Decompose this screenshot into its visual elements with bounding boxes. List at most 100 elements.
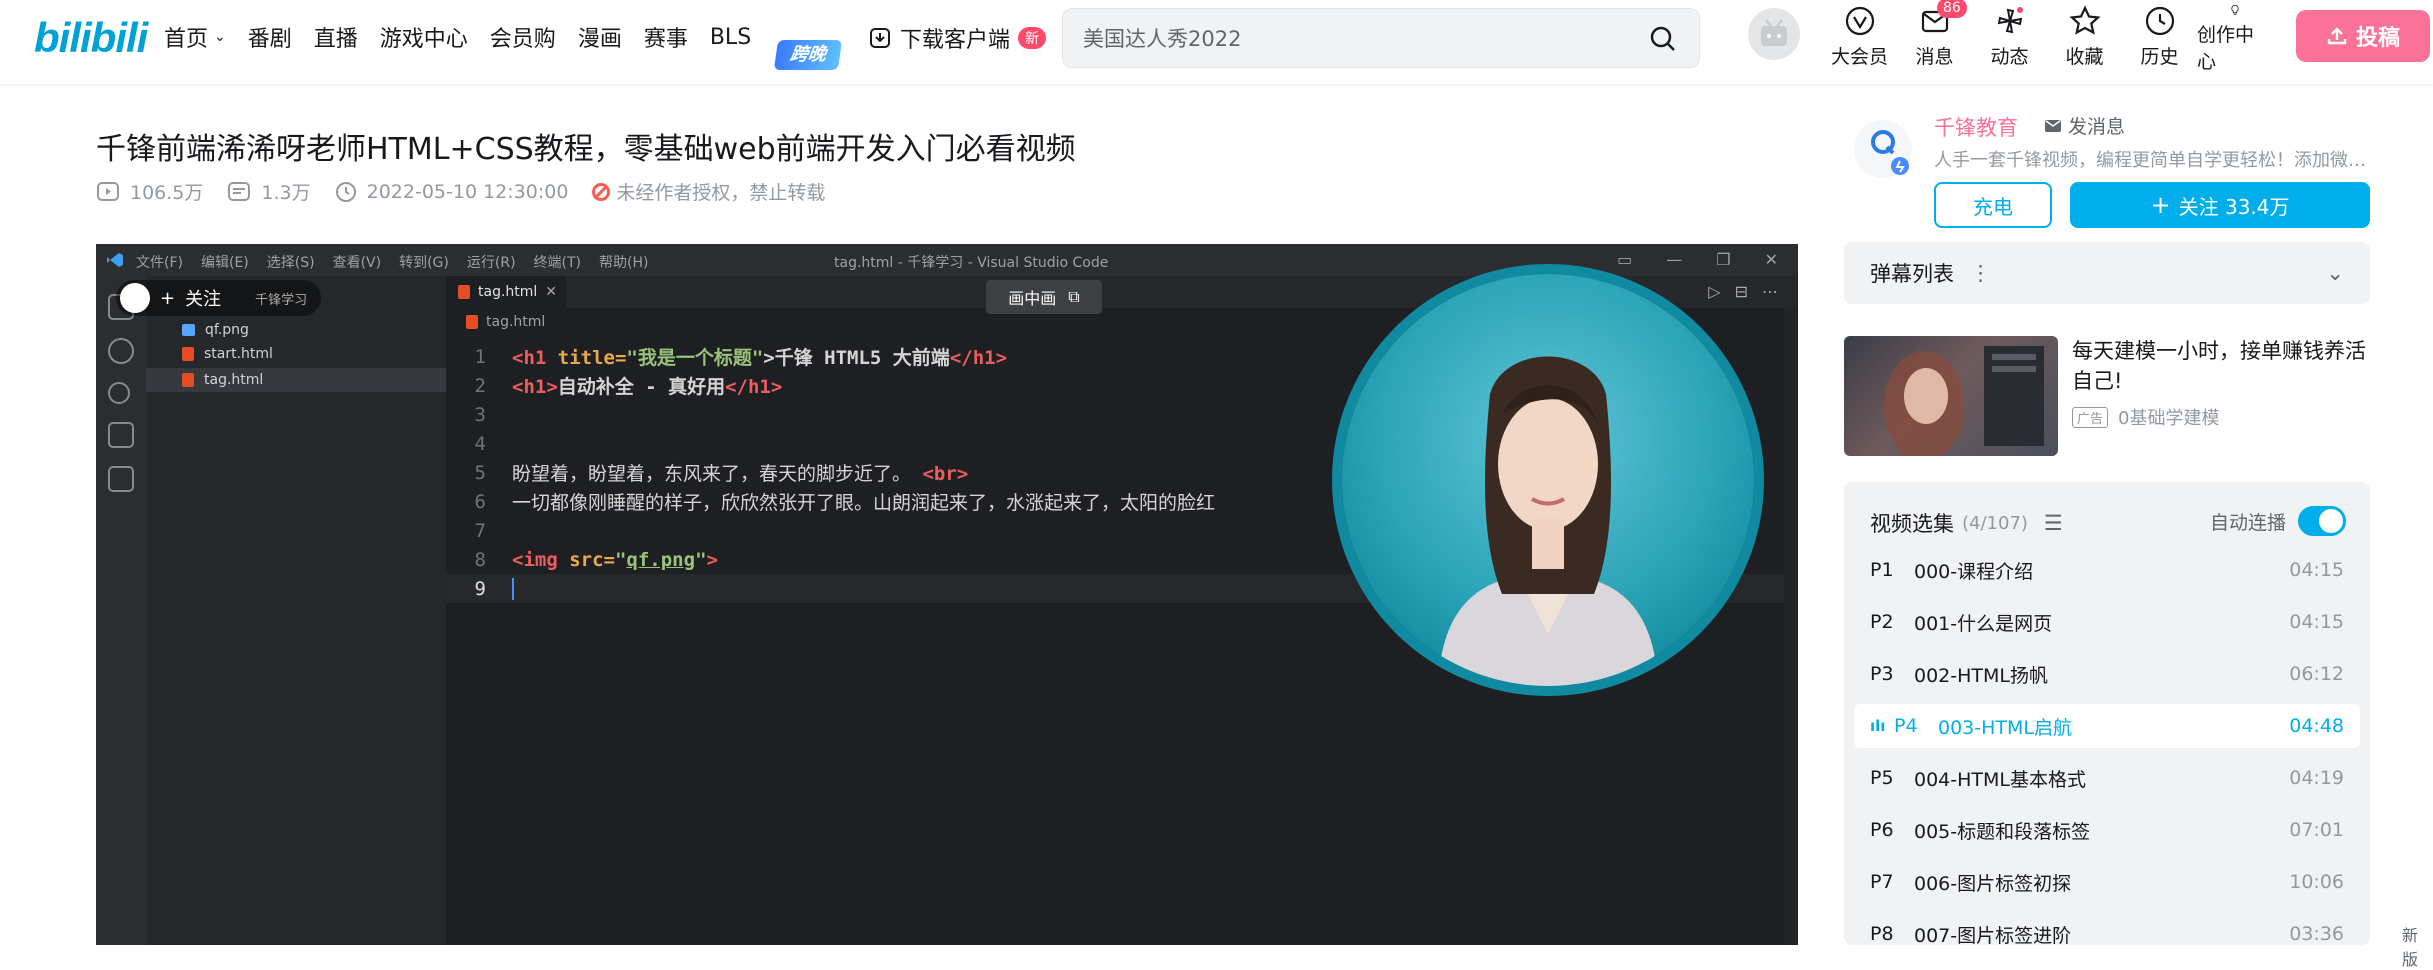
episode-item[interactable]: P1 000-课程介绍 04:15 <box>1854 548 2360 592</box>
picture-in-picture-button[interactable]: 画中画 ⧉ <box>986 280 1102 314</box>
entry-favorites[interactable]: 收藏 <box>2047 0 2122 74</box>
search-icon <box>108 338 134 364</box>
explorer-file-start-html: start.html <box>182 346 273 362</box>
view-count: 106.5万 <box>96 178 203 205</box>
episode-number: P4 <box>1894 715 1918 737</box>
line-number: 6 <box>474 490 486 513</box>
episode-number: P5 <box>1870 767 1894 789</box>
episode-item[interactable]: P7 006-图片标签初探 10:06 <box>1854 860 2360 904</box>
ad-character-image <box>1884 346 2044 456</box>
more-vertical-icon[interactable]: ⋮ <box>1970 261 1991 285</box>
charge-button[interactable]: 充电 <box>1934 182 2052 228</box>
code-token: <img <box>512 548 570 571</box>
run-debug-icon <box>108 422 134 448</box>
follow-button[interactable]: + 关注 33.4万 <box>2070 182 2370 228</box>
html-file-icon <box>182 347 194 361</box>
entry-dynamics-label: 动态 <box>1990 46 2029 68</box>
autoplay-toggle[interactable] <box>2298 506 2346 536</box>
video-player[interactable]: 文件(F) 编辑(E) 选择(S) 查看(V) 转到(G) 运行(R) 终端(T… <box>96 244 1798 945</box>
send-message-link[interactable]: 发消息 <box>2044 112 2125 139</box>
chevron-down-icon: ⌄ <box>214 29 226 45</box>
entry-dynamics[interactable]: 动态 <box>1972 0 2047 74</box>
player-follow-chip[interactable]: + 关注 千锋学习 <box>116 280 322 316</box>
search-input[interactable] <box>1083 9 1623 67</box>
nav-anime[interactable]: 番剧 <box>248 21 292 53</box>
entry-history[interactable]: 历史 <box>2122 0 2197 74</box>
episode-duration: 04:15 <box>2289 559 2344 581</box>
episode-title: 002-HTML扬帆 <box>1914 664 2048 687</box>
vscode-window-controls: ▭ — ❐ ✕ <box>1617 250 1778 269</box>
danmaku-list-panel[interactable]: 弹幕列表 ⋮ ⌄ <box>1844 242 2370 304</box>
download-client-link[interactable]: 下载客户端 新 <box>868 22 1047 54</box>
code-token: title= <box>557 347 627 369</box>
episode-item[interactable]: P8 007-图片标签进阶 03:36 <box>1854 912 2360 945</box>
nav-home[interactable]: 首页 ⌄ <box>164 21 226 53</box>
ad-card[interactable]: 每天建模一小时，接单赚钱养活自己! 广告 0基础学建模 <box>1844 336 2370 456</box>
playlist-header: 视频选集 (4/107) ☰ <box>1870 508 2063 538</box>
episode-item[interactable]: P2 001-什么是网页 04:15 <box>1854 600 2360 644</box>
cross-year-badge[interactable]: 跨晚 <box>773 40 843 70</box>
uploader-avatar[interactable] <box>1854 120 1912 178</box>
bilibili-logo[interactable]: bilibili <box>34 14 148 62</box>
entry-creator-center[interactable]: 创作中心 <box>2197 0 2272 74</box>
ad-thumbnail[interactable] <box>1844 336 2058 456</box>
episode-title: 005-标题和段落标签 <box>1914 820 2091 843</box>
episode-playlist: 视频选集 (4/107) ☰ 自动连播 P1 000-课程介绍 04:15 P2 00… <box>1844 482 2370 945</box>
playlist-count: (4/107) <box>1962 512 2028 534</box>
nav-live[interactable]: 直播 <box>314 21 358 53</box>
code-text: 盼望着，盼望着，东风来了，春天的脚步近了。 <br> <box>500 459 968 486</box>
code-token: <br> <box>922 463 969 485</box>
episode-item-active[interactable]: ılı P4 003-HTML启航 04:48 <box>1854 704 2360 748</box>
editor-tab: tag.html ✕ <box>446 276 566 308</box>
episode-duration: 10:06 <box>2289 871 2344 893</box>
plus-icon: + <box>160 287 176 309</box>
nav-home-label: 首页 <box>164 27 209 52</box>
entry-vip[interactable]: 大会员 <box>1822 0 1897 74</box>
code-token: " <box>695 548 707 571</box>
episode-number: P1 <box>1870 559 1894 581</box>
episode-item[interactable]: P6 005-标题和段落标签 07:01 <box>1854 808 2360 852</box>
editor-actions: ▷ ⊟ ⋯ <box>1708 282 1778 301</box>
nav-bls[interactable]: BLS <box>710 25 751 50</box>
entry-history-label: 历史 <box>2140 46 2179 68</box>
editor-tab-label: tag.html <box>478 284 538 300</box>
copyright-notice-text: 未经作者授权，禁止转载 <box>616 182 826 204</box>
picture-in-picture-label: 画中画 <box>1008 289 1057 308</box>
code-text: <h1 title="我是一个标题">千锋 HTML5 大前端</h1> <box>500 343 1007 370</box>
code-token: >千锋 HTML5 大前端 <box>763 347 950 369</box>
code-token: > <box>706 548 718 571</box>
follow-label: 关注 33.4万 <box>2178 194 2290 219</box>
autoplay-control: 自动连播 <box>2210 506 2346 536</box>
copyright-notice: 未经作者授权，禁止转载 <box>592 178 825 205</box>
nav-game-center[interactable]: 游戏中心 <box>380 21 468 53</box>
episode-number: P8 <box>1870 923 1894 945</box>
uploader-mini-avatar <box>120 283 150 313</box>
avatar[interactable] <box>1748 8 1800 60</box>
uploader-name[interactable]: 千锋教育 <box>1934 112 2018 142</box>
episode-title: 007-图片标签进阶 <box>1914 924 2072 946</box>
entry-messages[interactable]: 消息 86 <box>1897 0 1972 74</box>
player-follow-label: 关注 <box>185 289 222 310</box>
upload-button[interactable]: 投稿 <box>2296 10 2430 62</box>
nav-manga[interactable]: 漫画 <box>578 21 622 53</box>
nav-esports[interactable]: 赛事 <box>644 21 688 53</box>
episode-title: 000-课程介绍 <box>1914 560 2034 583</box>
playlist-title: 视频选集 <box>1870 512 1954 536</box>
ad-title[interactable]: 每天建模一小时，接单赚钱养活自己! <box>2072 336 2370 396</box>
nav-mall[interactable]: 会员购 <box>490 21 556 53</box>
explorer-file-label: start.html <box>204 346 273 362</box>
entry-favorites-label: 收藏 <box>2065 46 2104 68</box>
episode-item[interactable]: P5 004-HTML基本格式 04:19 <box>1854 756 2360 800</box>
search-icon[interactable] <box>1647 23 1679 55</box>
episode-duration: 04:19 <box>2289 767 2344 789</box>
chevron-down-icon[interactable]: ⌄ <box>2326 261 2344 285</box>
playing-bars-icon: ılı <box>1870 717 1886 735</box>
entry-messages-label: 消息 <box>1915 46 1954 68</box>
episode-item[interactable]: P3 002-HTML扬帆 06:12 <box>1854 652 2360 696</box>
line-number: 7 <box>474 519 486 542</box>
download-icon <box>870 28 890 48</box>
view-count-value: 106.5万 <box>130 182 204 204</box>
new-version-tab[interactable]: 新版 <box>2402 922 2433 970</box>
line-number: 4 <box>474 432 486 455</box>
list-view-icon[interactable]: ☰ <box>2044 511 2063 535</box>
